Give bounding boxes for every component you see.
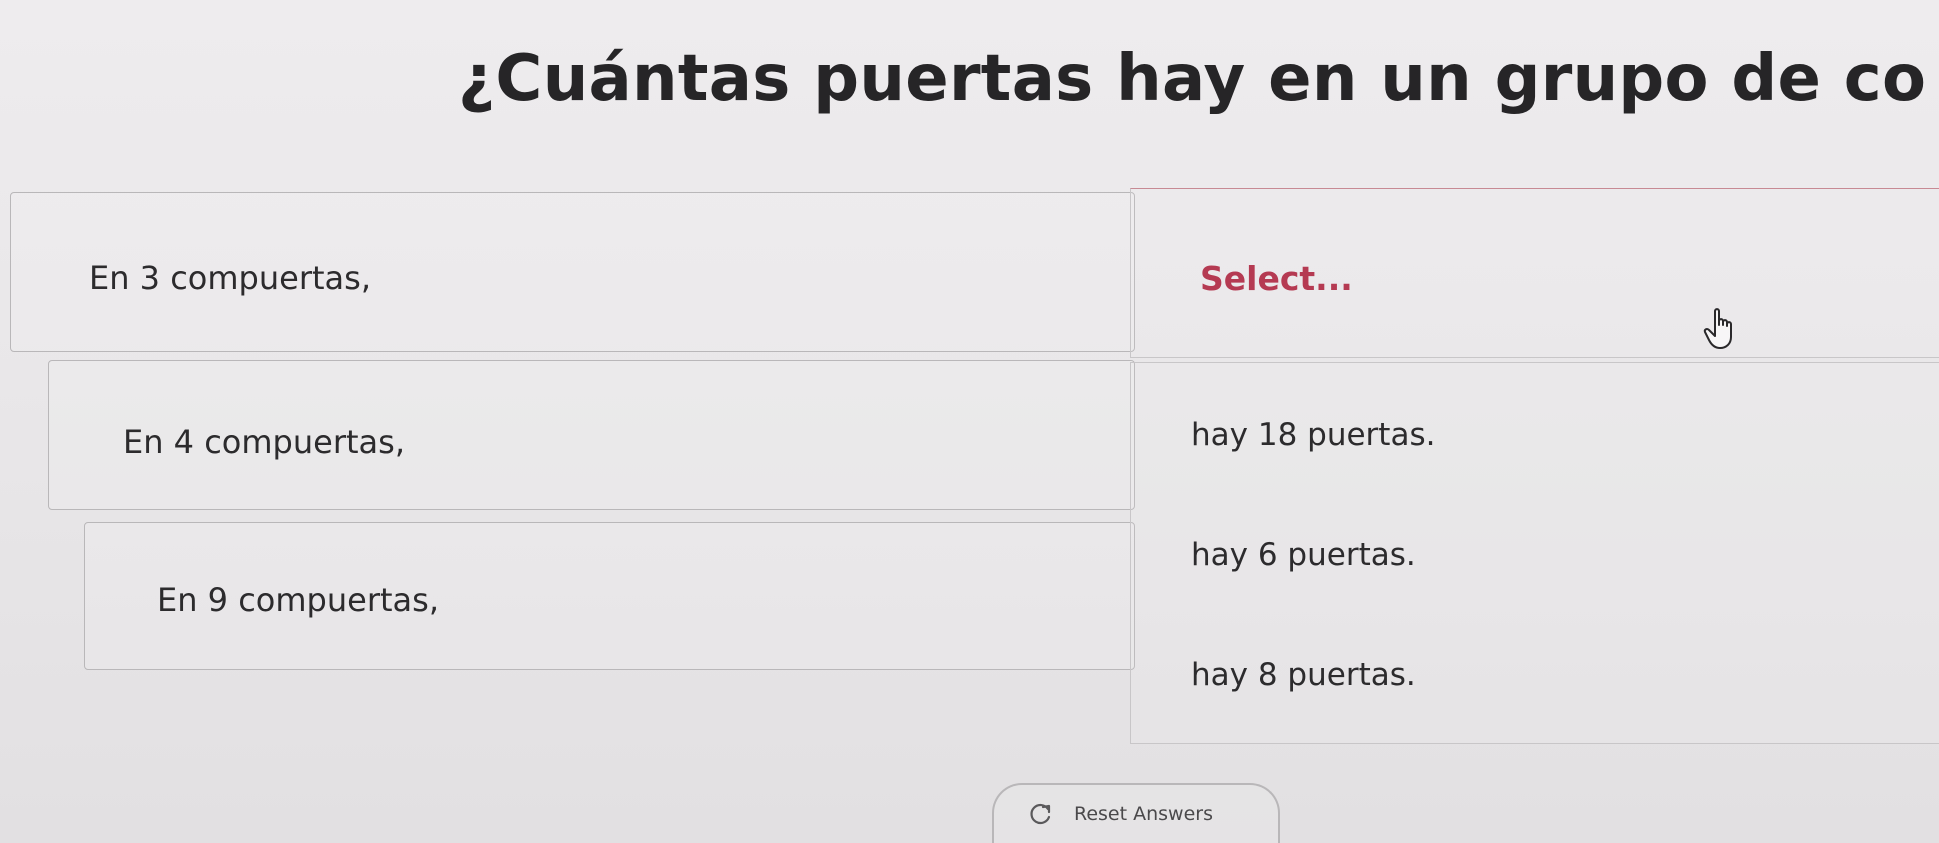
match-row-prompt: En 3 compuertas,: [10, 192, 1135, 352]
hand-pointer-icon: [1703, 308, 1732, 349]
answer-option[interactable]: hay 18 puertas.: [1191, 417, 1435, 453]
match-row-prompt: En 4 compuertas,: [48, 360, 1135, 510]
answer-option[interactable]: hay 8 puertas.: [1191, 657, 1416, 693]
prompt-label: En 3 compuertas,: [89, 259, 371, 297]
refresh-icon: [1030, 803, 1051, 825]
select-placeholder: Select...: [1200, 259, 1353, 298]
reset-answers-label: Reset Answers: [1074, 803, 1213, 825]
match-row-prompt: En 9 compuertas,: [84, 522, 1135, 670]
answer-select[interactable]: Select...: [1130, 188, 1939, 358]
answer-option[interactable]: hay 6 puertas.: [1191, 537, 1416, 573]
reset-answers-button[interactable]: Reset Answers: [992, 783, 1280, 843]
answer-options-list: hay 18 puertas. hay 6 puertas. hay 8 pue…: [1130, 362, 1939, 744]
prompt-label: En 4 compuertas,: [123, 423, 405, 461]
prompt-label: En 9 compuertas,: [157, 581, 439, 619]
question-title: ¿Cuántas puertas hay en un grupo de comp…: [458, 42, 1928, 116]
page: ¿Cuántas puertas hay en un grupo de comp…: [0, 0, 1939, 843]
